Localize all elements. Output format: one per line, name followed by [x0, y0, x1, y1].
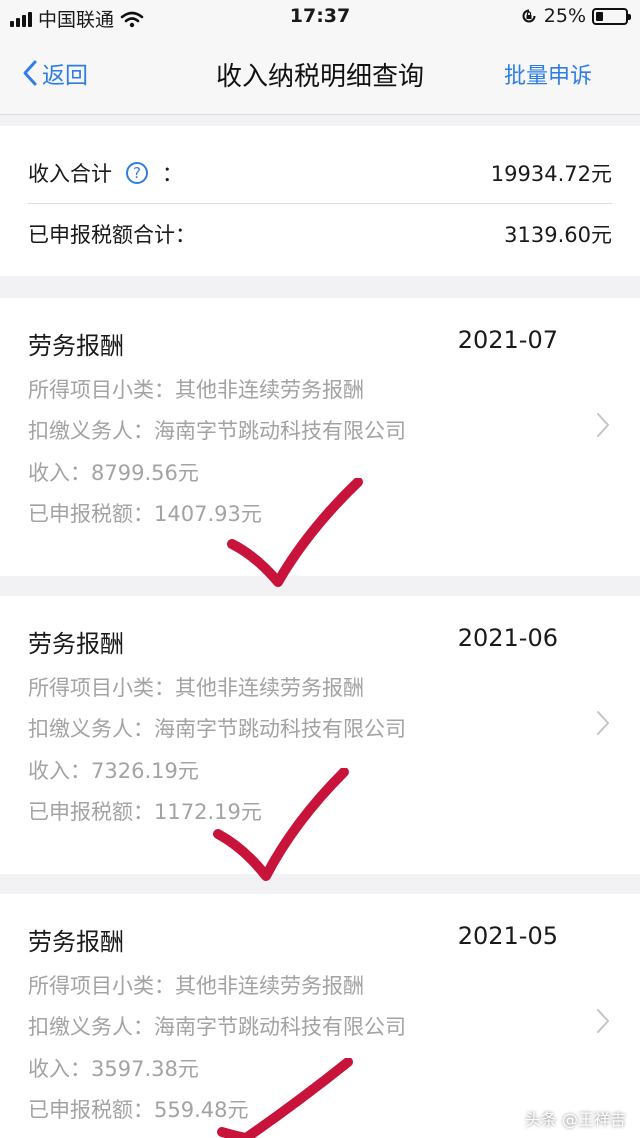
- record-title: 劳务报酬: [28, 332, 124, 360]
- record-subcategory: 所得项目小类：其他非连续劳务报酬: [28, 974, 364, 998]
- chevron-right-icon[interactable]: [596, 1008, 610, 1034]
- summary-panel: 收入合计 ? ： 19934.72元 已申报税额合计： 3139.60元: [0, 126, 640, 276]
- handwritten-check-icon: [227, 478, 363, 587]
- handwritten-check-icon: [213, 768, 349, 881]
- record-title: 劳务报酬: [28, 630, 124, 658]
- record-card[interactable]: 劳务报酬 2021-07 所得项目小类：其他非连续劳务报酬 扣缴义务人：海南字节…: [0, 298, 640, 587]
- chevron-right-icon[interactable]: [596, 710, 610, 736]
- income-total-colon: ：: [162, 162, 183, 186]
- record-title: 劳务报酬: [28, 928, 124, 956]
- record-withholder: 扣缴义务人：海南字节跳动科技有限公司: [28, 1015, 406, 1039]
- record-income: 收入：8799.56元: [28, 461, 199, 485]
- battery-level-fill: [596, 11, 603, 21]
- battery-percent: 25%: [543, 5, 586, 27]
- rotation-lock-icon: [522, 9, 536, 23]
- record-income: 收入：7326.19元: [28, 759, 199, 783]
- status-right: 25%: [520, 5, 631, 27]
- record-subcategory: 所得项目小类：其他非连续劳务报酬: [28, 378, 364, 402]
- record-period: 2021-06: [457, 624, 558, 652]
- chevron-right-icon[interactable]: [596, 412, 610, 438]
- record-subcategory: 所得项目小类：其他非连续劳务报酬: [28, 676, 364, 700]
- record-card[interactable]: 劳务报酬 2021-05 所得项目小类：其他非连续劳务报酬 扣缴义务人：海南字节…: [0, 894, 640, 1138]
- batch-appeal-button[interactable]: 批量申诉: [504, 58, 592, 90]
- record-period: 2021-07: [457, 326, 558, 354]
- question-circle-icon[interactable]: ?: [126, 162, 148, 184]
- watermark: 头条 @王祥吉: [524, 1110, 626, 1129]
- record-card[interactable]: 劳务报酬 2021-06 所得项目小类：其他非连续劳务报酬 扣缴义务人：海南字节…: [0, 596, 640, 881]
- record-period: 2021-05: [457, 922, 558, 950]
- tax-total-value: 3139.60元: [504, 223, 612, 247]
- income-total-label: 收入合计: [28, 162, 112, 186]
- tax-total-label: 已申报税额合计：: [28, 223, 196, 247]
- record-withholder: 扣缴义务人：海南字节跳动科技有限公司: [28, 717, 406, 741]
- battery-icon: [592, 7, 631, 25]
- record-income: 收入：3597.38元: [28, 1057, 199, 1081]
- income-total-row: 收入合计 ? ： 19934.72元: [28, 143, 612, 203]
- record-withholder: 扣缴义务人：海南字节跳动科技有限公司: [28, 419, 406, 443]
- handwritten-check-icon: [217, 1058, 353, 1138]
- income-total-value: 19934.72元: [490, 162, 612, 186]
- status-bar: 中国联通 17:37 25%: [0, 0, 640, 34]
- nav-bar: 返回 收入纳税明细查询 批量申诉: [0, 34, 640, 115]
- tax-total-row: 已申报税额合计： 3139.60元: [28, 204, 612, 264]
